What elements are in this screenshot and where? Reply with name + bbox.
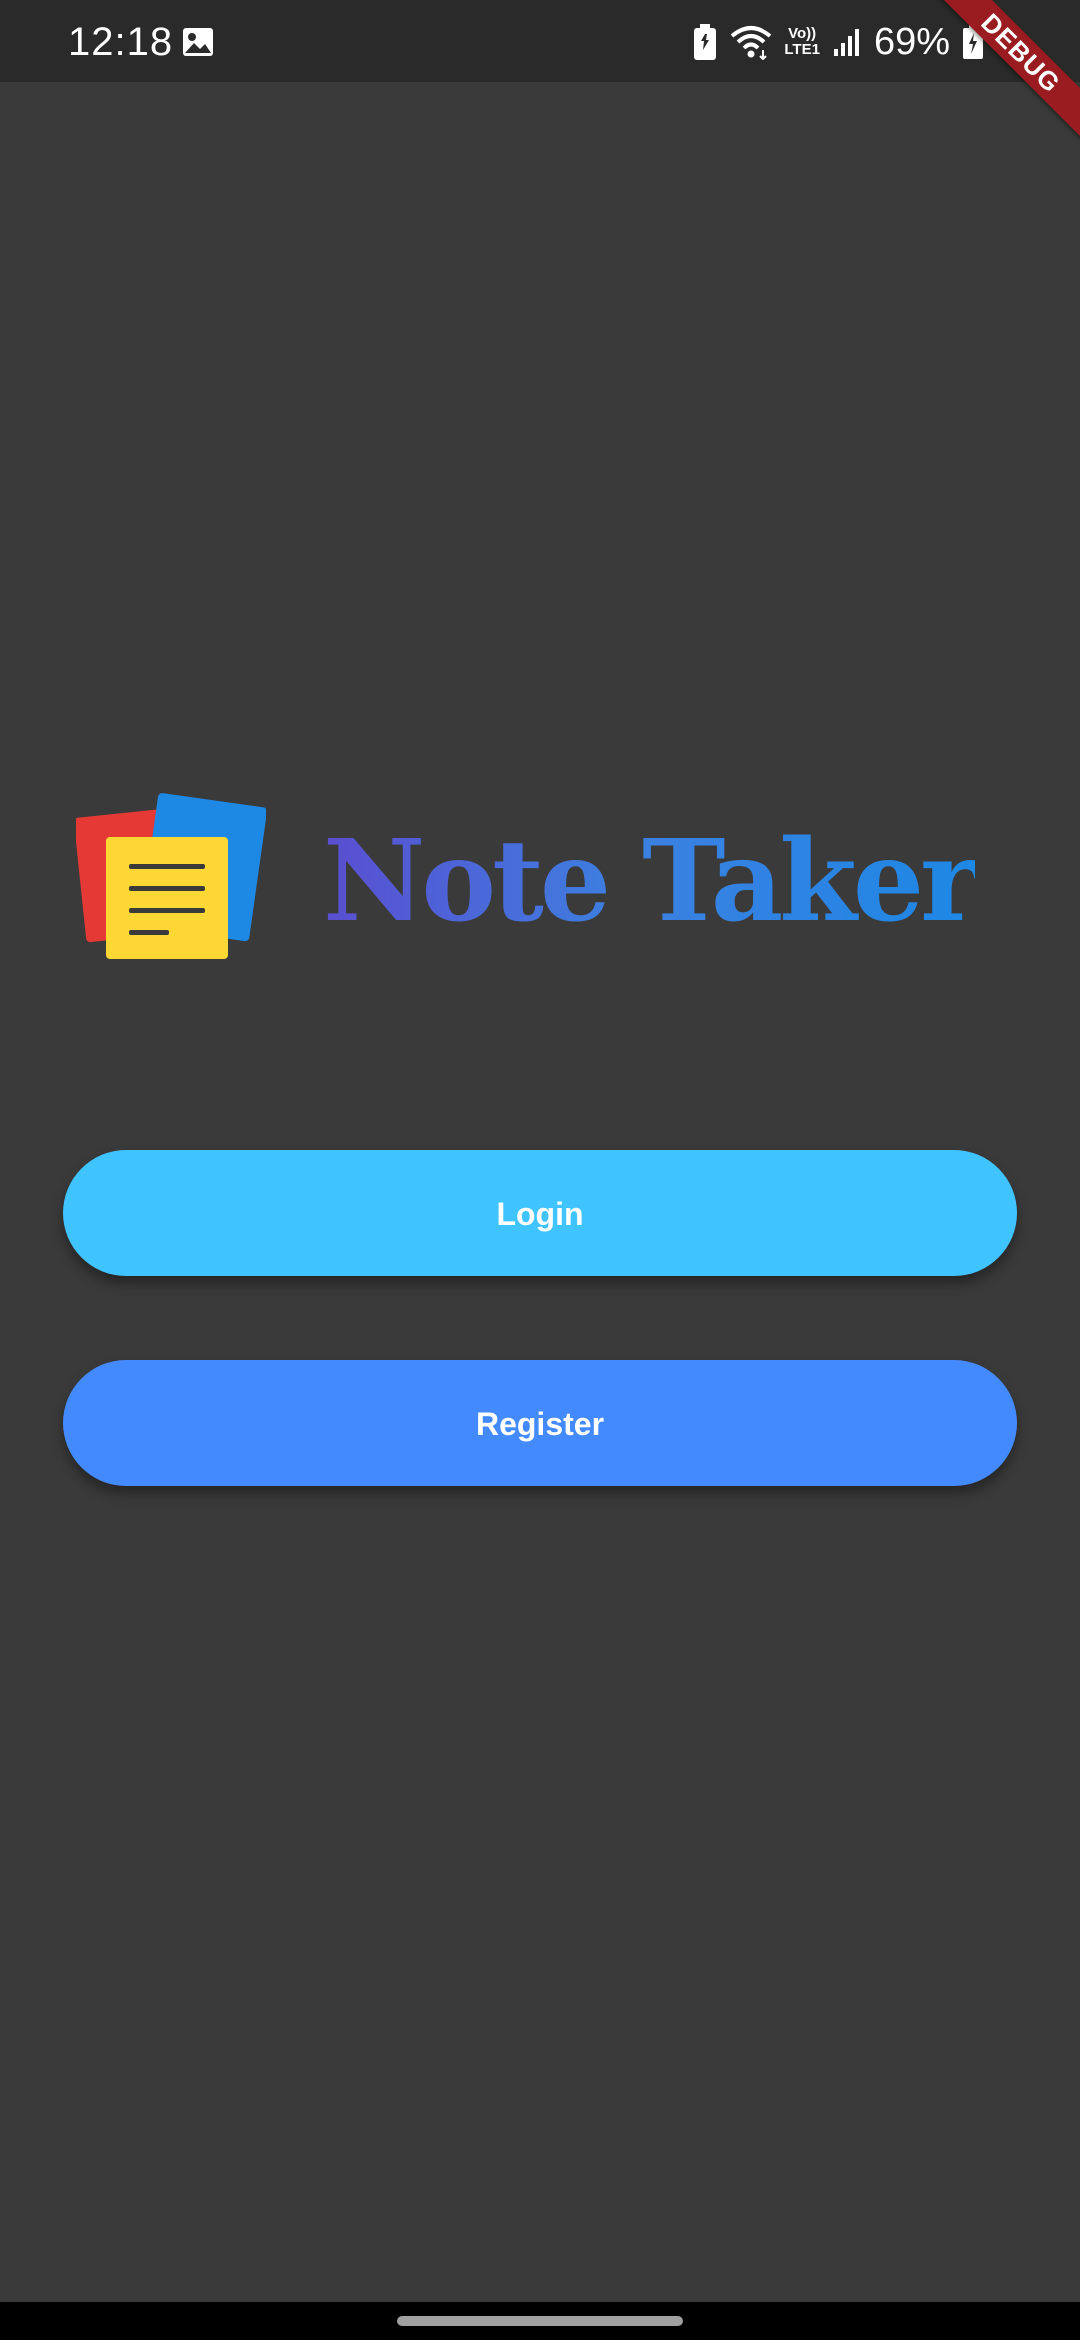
app-title: Note Taker [323,812,979,952]
signal-icon [833,29,859,56]
register-button[interactable]: Register [63,1360,1017,1486]
volte-indicator: Vo)) LTE1 [784,26,820,58]
home-indicator[interactable] [397,2316,683,2326]
navigation-bar [0,2302,1080,2340]
battery-percent: 69% [873,21,950,63]
login-button[interactable]: Login [63,1150,1017,1276]
status-time: 12:18 [68,20,174,64]
notes-stack-icon [76,793,266,959]
volte-label: Vo)) [788,25,817,42]
gallery-icon [183,28,213,56]
app-logo: Note Taker [76,792,979,972]
status-bar: 12:18 Vo)) LTE1 69% [0,0,1080,82]
battery-saver-icon [694,24,717,60]
screen: 12:18 Vo)) LTE1 69% DEBUG Note Taker Log… [0,0,1080,2340]
status-icons: Vo)) LTE1 69% [692,16,984,68]
lte-label: LTE1 [784,41,820,58]
wifi-icon [731,26,772,60]
